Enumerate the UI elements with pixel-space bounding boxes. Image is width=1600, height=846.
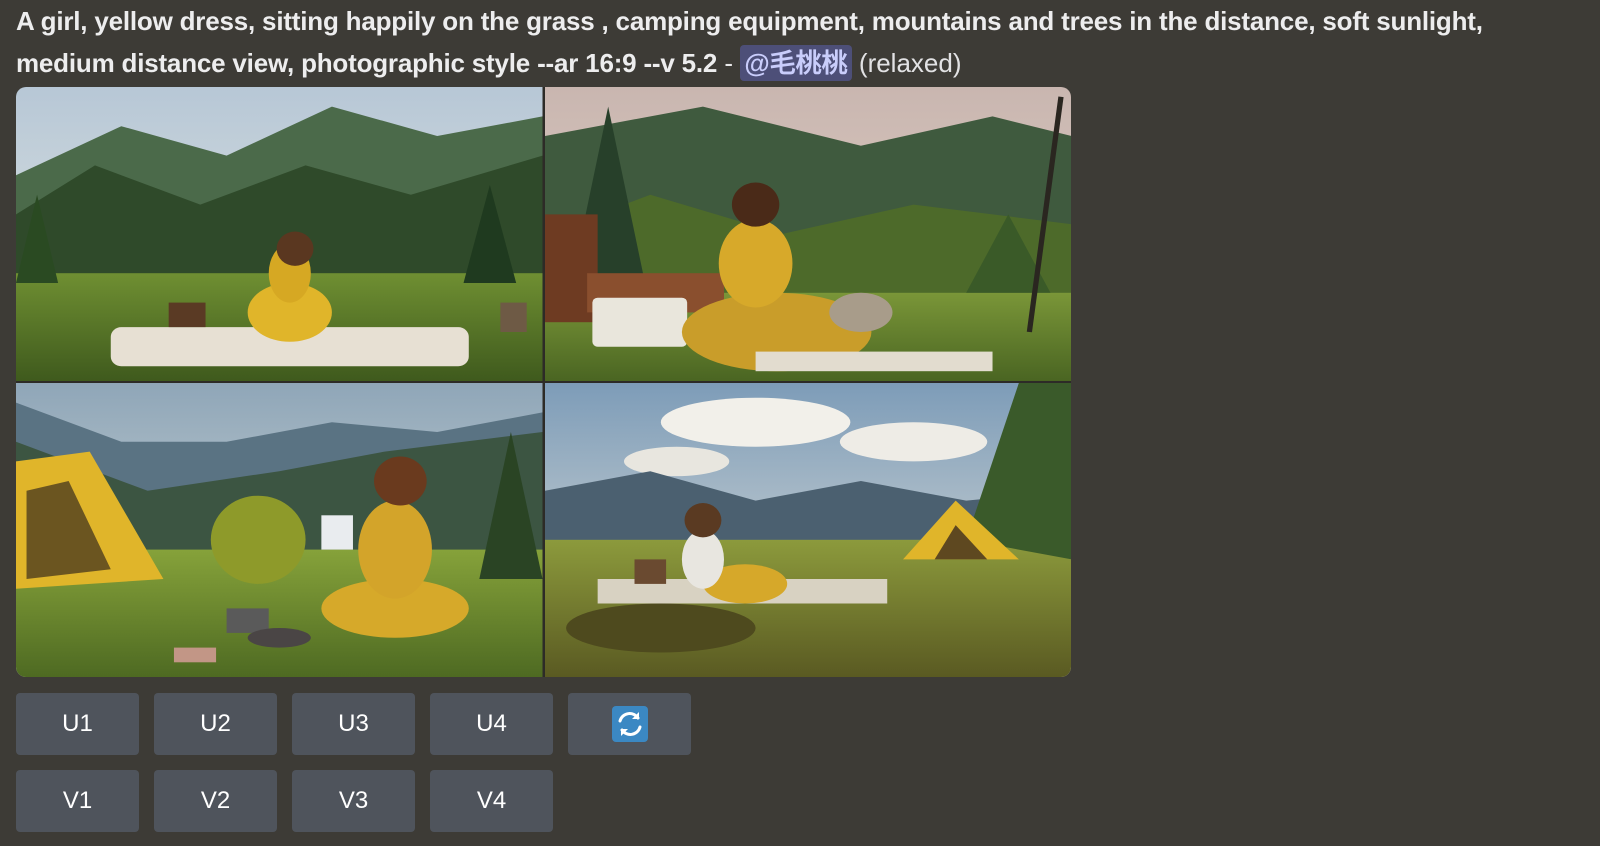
variation-button-3[interactable]: V3 xyxy=(292,770,415,832)
variation-button-row: V1 V2 V3 V4 xyxy=(16,770,553,832)
reroll-button[interactable] xyxy=(568,693,691,755)
prompt-line: A girl, yellow dress, sitting happily on… xyxy=(16,0,1576,84)
image-grid[interactable] xyxy=(16,87,1071,677)
photo-2 xyxy=(544,87,1071,381)
separator: - xyxy=(717,48,741,78)
photo-3 xyxy=(16,383,543,677)
variation-button-4[interactable]: V4 xyxy=(430,770,553,832)
image-2[interactable] xyxy=(544,87,1071,381)
mode-label: (relaxed) xyxy=(858,48,962,78)
variation-button-2[interactable]: V2 xyxy=(154,770,277,832)
user-mention[interactable]: @毛桃桃 xyxy=(740,45,852,81)
image-3[interactable] xyxy=(16,383,543,677)
image-4[interactable] xyxy=(544,383,1071,677)
message: A girl, yellow dress, sitting happily on… xyxy=(16,0,1576,84)
photo-1 xyxy=(16,87,543,381)
upscale-button-row: U1 U2 U3 U4 xyxy=(16,693,691,755)
upscale-button-2[interactable]: U2 xyxy=(154,693,277,755)
variation-button-1[interactable]: V1 xyxy=(16,770,139,832)
upscale-button-1[interactable]: U1 xyxy=(16,693,139,755)
upscale-button-4[interactable]: U4 xyxy=(430,693,553,755)
photo-4 xyxy=(544,383,1071,677)
upscale-button-3[interactable]: U3 xyxy=(292,693,415,755)
refresh-icon xyxy=(611,706,648,742)
image-1[interactable] xyxy=(16,87,543,381)
